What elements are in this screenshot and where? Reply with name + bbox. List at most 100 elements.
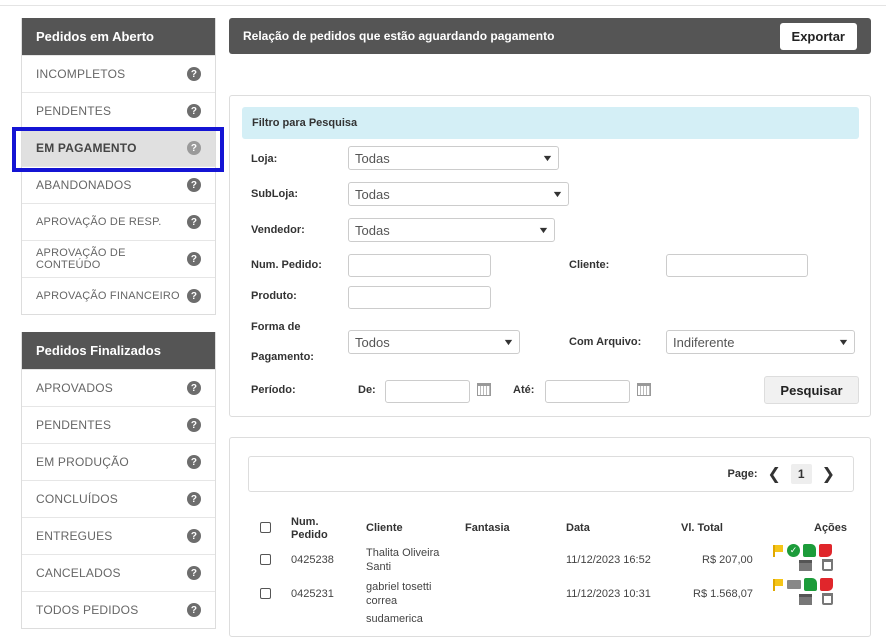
sidebar-item-todos-pedidos[interactable]: TODOS PEDIDOS? xyxy=(22,591,215,628)
sidebar-item-label: TODOS PEDIDOS xyxy=(36,603,139,617)
produto-input[interactable] xyxy=(348,286,491,309)
active-item-highlight xyxy=(12,127,224,172)
date-to-input[interactable] xyxy=(545,380,630,403)
open-orders-title: Pedidos em Aberto xyxy=(22,18,215,55)
num-pedido-label: Num. Pedido: xyxy=(251,259,322,271)
page-header: Relação de pedidos que estão aguardando … xyxy=(229,18,871,54)
forma-pagamento-select[interactable]: Todos ▼ xyxy=(348,330,520,354)
date-from-input[interactable] xyxy=(385,380,470,403)
export-button[interactable]: Exportar xyxy=(779,22,857,50)
help-icon[interactable]: ? xyxy=(187,418,201,432)
store-icon[interactable] xyxy=(799,559,812,571)
loja-select-value: Todas xyxy=(355,150,390,166)
truck-icon[interactable] xyxy=(786,580,801,589)
sidebar-item-label: ABANDONADOS xyxy=(36,178,132,192)
col-vl-total: Vl. Total xyxy=(681,522,723,534)
forma-pagamento-select-value: Todos xyxy=(355,334,390,350)
trash-icon[interactable] xyxy=(822,593,833,605)
help-icon[interactable]: ? xyxy=(187,104,201,118)
sidebar-item-label: EM PRODUÇÃO xyxy=(36,455,129,469)
cliente-input[interactable] xyxy=(666,254,808,277)
thumbs-down-icon[interactable] xyxy=(819,578,833,591)
sidebar-item-pendentes[interactable]: PENDENTES? xyxy=(22,92,215,129)
row-total: R$ 207,00 xyxy=(702,554,753,566)
help-icon[interactable]: ? xyxy=(187,178,201,192)
sidebar-item-aprovacao-financeiro[interactable]: APROVAÇÃO FINANCEIRO? xyxy=(22,277,215,314)
sidebar-item-em-producao[interactable]: EM PRODUÇÃO? xyxy=(22,443,215,480)
help-icon[interactable]: ? xyxy=(187,492,201,506)
subloja-select-value: Todas xyxy=(355,186,390,202)
sidebar-item-label: APROVAÇÃO DE RESP. xyxy=(36,216,162,228)
help-icon[interactable]: ? xyxy=(187,455,201,469)
flag-icon[interactable] xyxy=(772,578,784,591)
row-cliente-line1: gabriel tosetti xyxy=(366,581,432,593)
vendedor-select[interactable]: Todas ▼ xyxy=(348,218,555,242)
com-arquivo-select[interactable]: Indiferente ▼ xyxy=(666,330,855,354)
help-icon[interactable]: ? xyxy=(187,67,201,81)
filter-title: Filtro para Pesquisa xyxy=(242,107,859,139)
check-circle-icon[interactable]: ✓ xyxy=(787,544,800,557)
thumbs-up-icon[interactable] xyxy=(803,578,817,591)
sidebar-item-label: CONCLUÍDOS xyxy=(36,492,119,506)
row-cliente-line2: correa xyxy=(366,595,398,607)
row-cliente-partial: sudamerica xyxy=(366,613,423,625)
periodo-label: Período: xyxy=(251,384,296,396)
row-checkbox[interactable] xyxy=(260,554,271,565)
col-data: Data xyxy=(566,522,590,534)
store-icon[interactable] xyxy=(799,593,812,605)
search-button[interactable]: Pesquisar xyxy=(764,376,859,404)
num-pedido-input[interactable] xyxy=(348,254,491,277)
chevron-down-icon: ▼ xyxy=(551,189,564,199)
sidebar-item-aprovados[interactable]: APROVADOS? xyxy=(22,369,215,406)
row-cliente-line1: Thalita Oliveira xyxy=(366,547,440,559)
subloja-select[interactable]: Todas ▼ xyxy=(348,182,569,206)
help-icon[interactable]: ? xyxy=(187,215,201,229)
sidebar: Pedidos em Aberto INCOMPLETOS? PENDENTES… xyxy=(21,18,216,629)
sidebar-item-pendentes-finalizados[interactable]: PENDENTES? xyxy=(22,406,215,443)
sidebar-item-label: CANCELADOS xyxy=(36,566,121,580)
help-icon[interactable]: ? xyxy=(187,603,201,617)
sidebar-item-label: PENDENTES xyxy=(36,418,112,432)
produto-label: Produto: xyxy=(251,290,297,302)
chevron-down-icon: ▼ xyxy=(537,225,550,235)
sidebar-item-entregues[interactable]: ENTREGUES? xyxy=(22,517,215,554)
col-num-pedido-line1: Num. xyxy=(291,516,319,528)
sidebar-item-concluidos[interactable]: CONCLUÍDOS? xyxy=(22,480,215,517)
row-num-pedido[interactable]: 0425231 xyxy=(291,587,334,601)
help-icon[interactable]: ? xyxy=(187,252,201,266)
chevron-right-icon[interactable]: ❯ xyxy=(822,464,835,484)
vendedor-label: Vendedor: xyxy=(251,224,305,236)
finished-orders-title: Pedidos Finalizados xyxy=(22,332,215,369)
filter-panel: Filtro para Pesquisa Loja: Todas ▼ SubLoj… xyxy=(229,95,871,417)
sidebar-item-aprovacao-conteudo[interactable]: APROVAÇÃO DE CONTEÚDO? xyxy=(22,240,215,277)
sidebar-item-label: APROVAÇÃO FINANCEIRO xyxy=(36,290,180,302)
help-icon[interactable]: ? xyxy=(187,529,201,543)
com-arquivo-label: Com Arquivo: xyxy=(569,336,642,348)
row-checkbox[interactable] xyxy=(260,588,271,599)
calendar-icon[interactable] xyxy=(637,383,651,396)
row-cliente-line2: Santi xyxy=(366,561,392,573)
sidebar-item-label: ENTREGUES xyxy=(36,529,113,543)
page-number[interactable]: 1 xyxy=(790,464,812,484)
sidebar-item-incompletos[interactable]: INCOMPLETOS? xyxy=(22,55,215,92)
sidebar-item-aprovacao-resp[interactable]: APROVAÇÃO DE RESP.? xyxy=(22,203,215,240)
select-all-checkbox[interactable] xyxy=(260,522,271,533)
loja-select[interactable]: Todas ▼ xyxy=(348,146,559,170)
trash-icon[interactable] xyxy=(822,559,833,571)
help-icon[interactable]: ? xyxy=(187,289,201,303)
top-divider xyxy=(0,5,886,6)
help-icon[interactable]: ? xyxy=(187,381,201,395)
sidebar-item-label: PENDENTES xyxy=(36,104,112,118)
thumbs-up-icon[interactable] xyxy=(803,544,816,557)
flag-icon[interactable] xyxy=(772,544,784,557)
thumbs-down-icon[interactable] xyxy=(819,544,832,557)
calendar-icon[interactable] xyxy=(477,383,491,396)
cliente-label: Cliente: xyxy=(569,259,610,271)
help-icon[interactable]: ? xyxy=(187,566,201,580)
sidebar-item-cancelados[interactable]: CANCELADOS? xyxy=(22,554,215,591)
com-arquivo-select-value: Indiferente xyxy=(673,334,735,350)
row-num-pedido[interactable]: 0425238 xyxy=(291,553,334,567)
col-cliente: Cliente xyxy=(366,522,403,534)
chevron-left-icon[interactable]: ❮ xyxy=(768,464,781,484)
row-data: 11/12/2023 10:31 xyxy=(566,588,651,600)
